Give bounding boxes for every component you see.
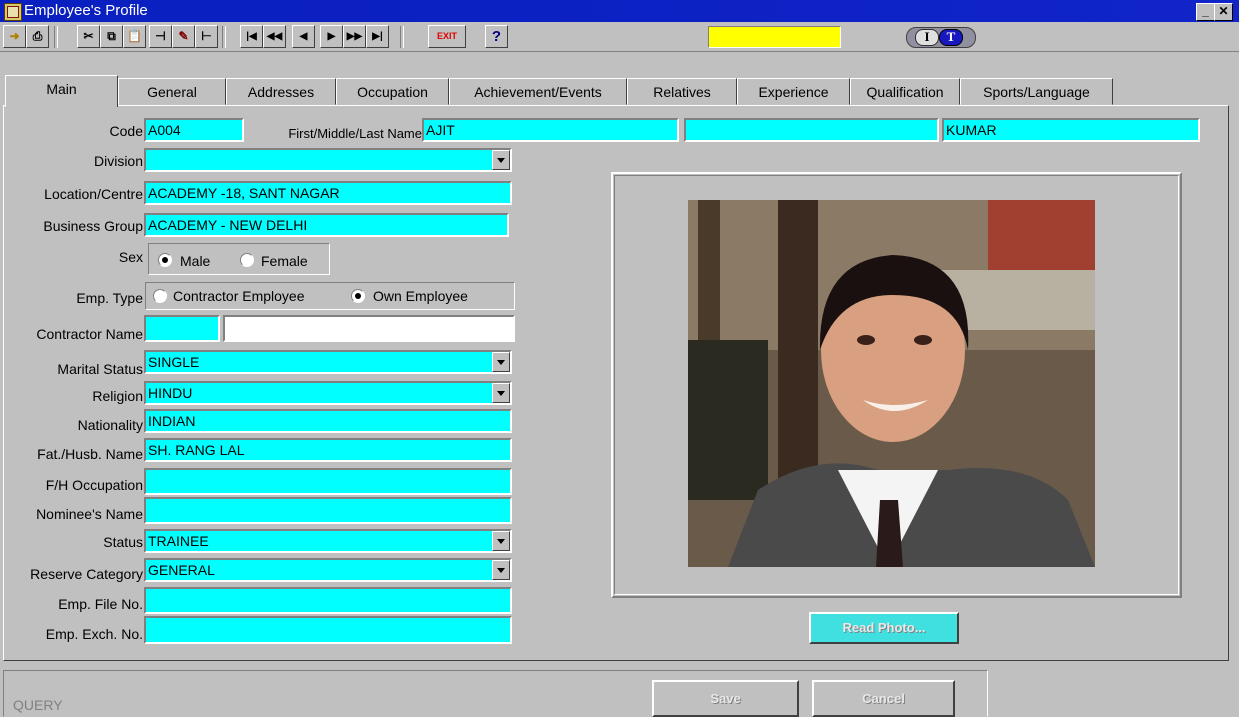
save-button[interactable]: Save xyxy=(652,680,799,717)
tab-sports-language[interactable]: Sports/Language xyxy=(960,78,1113,105)
close-button[interactable]: ✕ xyxy=(1214,3,1233,21)
tab-qualification[interactable]: Qualification xyxy=(850,78,960,105)
nationality-field[interactable]: INDIAN xyxy=(144,409,512,433)
paste-icon[interactable]: 📋 xyxy=(123,25,146,48)
business-group-field[interactable]: ACADEMY - NEW DELHI xyxy=(144,213,509,237)
enter-query-icon[interactable]: ➜ xyxy=(3,25,26,48)
code-field[interactable]: A004 xyxy=(144,118,244,142)
fat-husb-label: Fat./Husb. Name xyxy=(37,446,143,462)
status-label: Status xyxy=(103,534,143,550)
contractor-code-field[interactable] xyxy=(144,315,220,342)
file-no-label: Emp. File No. xyxy=(58,596,143,612)
fh-occupation-field[interactable] xyxy=(144,468,512,495)
next-record-icon[interactable]: ▶ xyxy=(320,25,343,48)
business-group-label: Business Group xyxy=(43,218,143,234)
copy-icon[interactable]: ⧉ xyxy=(100,25,123,48)
location-field[interactable]: ACADEMY -18, SANT NAGAR xyxy=(144,181,512,205)
division-select[interactable] xyxy=(144,148,512,172)
religion-label: Religion xyxy=(92,388,143,404)
name-label: First/Middle/Last Name xyxy=(288,126,422,141)
sex-male-label: Male xyxy=(180,253,211,269)
chevron-down-icon[interactable] xyxy=(492,150,510,170)
location-label: Location/Centre xyxy=(44,186,143,202)
first-name-field[interactable]: AJIT xyxy=(422,118,679,142)
marital-status-label: Marital Status xyxy=(57,361,143,377)
last-record-icon[interactable]: ▶| xyxy=(366,25,389,48)
title-bar: Employee's Profile _ ✕ xyxy=(0,0,1239,22)
sex-label: Sex xyxy=(118,249,143,265)
edit-record-icon[interactable]: ✎ xyxy=(172,25,195,48)
division-label: Division xyxy=(93,153,143,169)
read-photo-button[interactable]: Read Photo... xyxy=(809,612,959,644)
religion-select[interactable]: HINDU xyxy=(144,381,512,405)
window-title: Employee's Profile xyxy=(24,2,148,19)
chevron-down-icon[interactable] xyxy=(492,560,510,580)
tab-relatives[interactable]: Relatives xyxy=(627,78,737,105)
middle-name-field[interactable] xyxy=(684,118,939,142)
exit-button[interactable]: EXIT xyxy=(428,25,466,48)
cancel-button[interactable]: Cancel xyxy=(812,680,955,717)
contractor-name-label: Contractor Name xyxy=(36,326,143,342)
marital-status-select[interactable]: SINGLE xyxy=(144,350,512,374)
help-icon[interactable]: ? xyxy=(485,25,508,48)
reserve-category-select[interactable]: GENERAL xyxy=(144,558,512,582)
emp-type-contractor-radio[interactable] xyxy=(153,289,167,303)
contractor-name-field[interactable] xyxy=(223,315,515,342)
code-label: Code xyxy=(109,123,143,139)
sex-male-radio[interactable] xyxy=(158,253,172,267)
it-logo: I T xyxy=(906,27,976,48)
minimize-button[interactable]: _ xyxy=(1196,3,1215,21)
tab-occupation[interactable]: Occupation xyxy=(336,78,449,105)
tab-general[interactable]: General xyxy=(118,78,226,105)
chevron-down-icon[interactable] xyxy=(492,383,510,403)
nationality-label: Nationality xyxy=(77,417,143,433)
prev-set-icon[interactable]: ◀◀ xyxy=(263,25,286,48)
fh-occupation-label: F/H Occupation xyxy=(45,477,143,493)
insert-record-icon[interactable]: ⊣ xyxy=(149,25,172,48)
emp-type-own-radio[interactable] xyxy=(351,289,365,303)
fat-husb-field[interactable]: SH. RANG LAL xyxy=(144,438,512,462)
reserve-category-label: Reserve Category xyxy=(30,566,143,582)
sex-female-radio[interactable] xyxy=(240,253,254,267)
tab-main[interactable]: Main xyxy=(5,75,118,107)
employee-photo xyxy=(688,200,1095,567)
message-indicator xyxy=(708,26,841,48)
next-set-icon[interactable]: ▶▶ xyxy=(343,25,366,48)
app-icon xyxy=(4,3,22,21)
tab-achievement-events[interactable]: Achievement/Events xyxy=(449,78,627,105)
exch-no-field[interactable] xyxy=(144,616,512,644)
chevron-down-icon[interactable] xyxy=(492,352,510,372)
emp-type-contractor-label: Contractor Employee xyxy=(173,288,305,304)
sex-female-label: Female xyxy=(261,253,308,269)
tab-experience[interactable]: Experience xyxy=(737,78,850,105)
mode-indicator: QUERY xyxy=(13,697,63,713)
cut-icon[interactable]: ✂ xyxy=(77,25,100,48)
status-select[interactable]: TRAINEE xyxy=(144,529,512,553)
toolbar: ➜ ⎙ ✂ ⧉ 📋 ⊣ ✎ ⊢ |◀ ◀◀ ◀ ▶ ▶▶ ▶| EXIT ? I… xyxy=(0,22,1239,52)
chevron-down-icon[interactable] xyxy=(492,531,510,551)
last-name-field[interactable]: KUMAR xyxy=(942,118,1200,142)
tab-addresses[interactable]: Addresses xyxy=(226,78,336,105)
exch-no-label: Emp. Exch. No. xyxy=(45,626,143,642)
emp-type-label: Emp. Type xyxy=(76,290,143,306)
print-icon[interactable]: ⎙ xyxy=(26,25,49,48)
prev-record-icon[interactable]: ◀ xyxy=(292,25,315,48)
delete-record-icon[interactable]: ⊢ xyxy=(195,25,218,48)
nominee-label: Nominee's Name xyxy=(36,506,143,522)
file-no-field[interactable] xyxy=(144,587,512,614)
first-record-icon[interactable]: |◀ xyxy=(240,25,263,48)
emp-type-own-label: Own Employee xyxy=(373,288,468,304)
nominee-field[interactable] xyxy=(144,497,512,524)
